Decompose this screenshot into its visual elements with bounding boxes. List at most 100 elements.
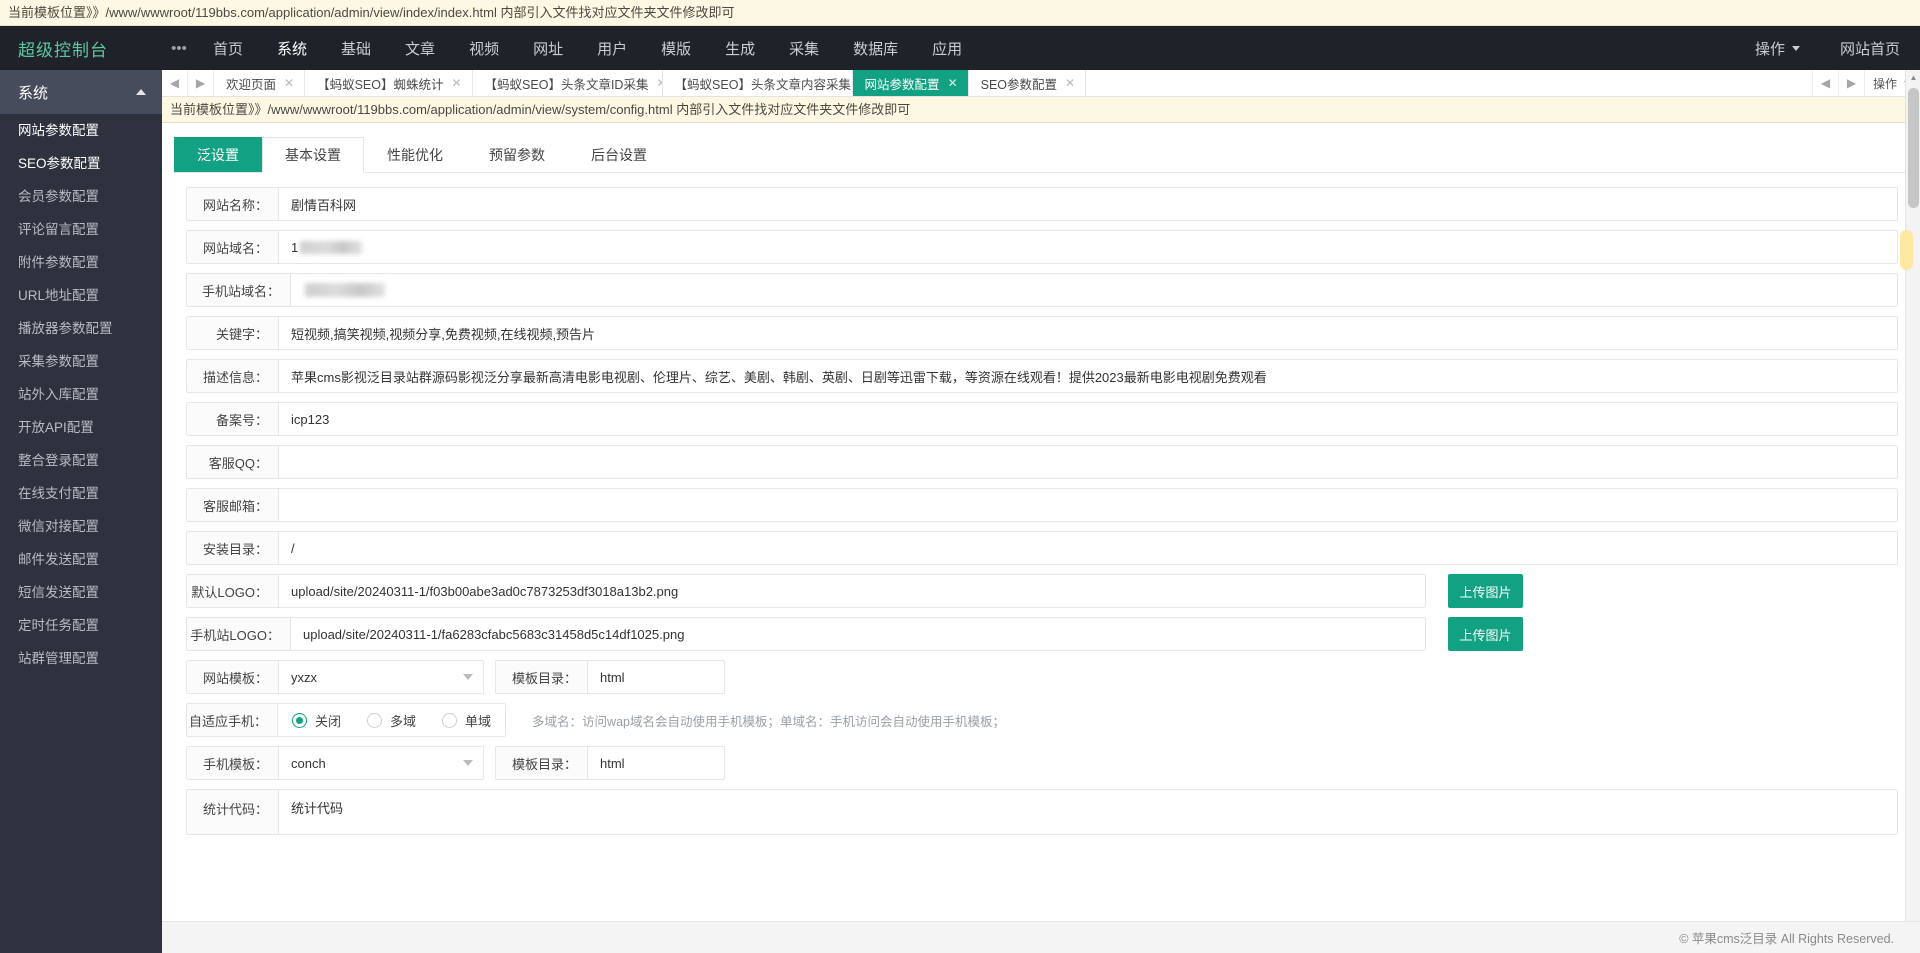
radio-adaptive-off[interactable]: 关闭 [292, 711, 341, 730]
description-input[interactable]: 苹果cms影视泛目录站群源码影视泛分享最新高清电影电视剧、伦理片、综艺、美剧、韩… [279, 360, 1897, 392]
field-mobile-template: 手机模板： conch [186, 746, 484, 780]
field-template-dir: 模板目录： html [495, 660, 725, 694]
sidebar-item-unified-login-config[interactable]: 整合登录配置 [0, 444, 162, 477]
tab-reserved-params[interactable]: 预留参数 [466, 137, 568, 172]
sidebar-item-email-config[interactable]: 邮件发送配置 [0, 543, 162, 576]
site-domain-input[interactable]: 1 [279, 231, 1897, 263]
upload-default-logo-button[interactable]: 上传图片 [1448, 574, 1523, 608]
more-menu-icon[interactable]: ••• [162, 26, 196, 70]
default-logo-input[interactable]: upload/site/20240311-1/f03b00abe3ad0c787… [279, 575, 1425, 607]
sidebar-item-attachment-config[interactable]: 附件参数配置 [0, 246, 162, 279]
keywords-input[interactable]: 短视频,搞笑视频,视频分享,免费视频,在线视频,预告片 [279, 317, 1897, 349]
mobile-logo-input[interactable]: upload/site/20240311-1/fa6283cfabc5683c3… [291, 618, 1425, 650]
sidebar-item-collect-config[interactable]: 采集参数配置 [0, 345, 162, 378]
sidebar-item-member-config[interactable]: 会员参数配置 [0, 180, 162, 213]
scrollbar-thumb[interactable] [1908, 88, 1919, 208]
site-home-link[interactable]: 网站首页 [1820, 26, 1920, 70]
upload-mobile-logo-button[interactable]: 上传图片 [1448, 617, 1523, 651]
tabstrip-right-controls: ◀ ▶ 操作 [1811, 70, 1920, 96]
nav-item-template[interactable]: 模版 [644, 26, 708, 70]
sidebar-item-wechat-config[interactable]: 微信对接配置 [0, 510, 162, 543]
stats-code-textarea[interactable]: 统计代码 [279, 790, 1897, 834]
nav-item-application[interactable]: 应用 [915, 26, 979, 70]
floating-drag-handle[interactable] [1900, 230, 1913, 270]
tab-welcome[interactable]: 欢迎页面 ✕ [214, 70, 306, 96]
tab-site-config[interactable]: 网站参数配置 ✕ [852, 70, 969, 96]
sidebar-section-system[interactable]: 系统 [0, 70, 162, 114]
chevron-down-icon [463, 674, 473, 680]
tab-spider-stats[interactable]: 【蚂蚁SEO】蜘蛛统计 ✕ [305, 70, 473, 96]
main-content: ◀ ▶ 欢迎页面 ✕ 【蚂蚁SEO】蜘蛛统计 ✕ 【蚂蚁SEO】头条文章ID采集… [162, 70, 1920, 953]
body-wrapper: 系统 网站参数配置 SEO参数配置 会员参数配置 评论留言配置 附件参数配置 U… [0, 70, 1920, 953]
vertical-scrollbar[interactable]: ▲ ▼ [1905, 70, 1920, 953]
copyright-text: © 苹果cms泛目录 All Rights Reserved. [1679, 932, 1894, 946]
site-template-select[interactable]: yxzx [279, 661, 483, 693]
redacted-mask [300, 240, 363, 254]
radio-label: 多域 [390, 713, 417, 729]
tab-fan-settings[interactable]: 泛设置 [174, 137, 262, 172]
tab-scroll-left-icon[interactable]: ◀ [162, 70, 188, 96]
sidebar-item-sms-config[interactable]: 短信发送配置 [0, 576, 162, 609]
sidebar-item-seo-config[interactable]: SEO参数配置 [0, 147, 162, 180]
nav-item-collect[interactable]: 采集 [772, 26, 836, 70]
tab-seo-config[interactable]: SEO参数配置 ✕ [969, 70, 1087, 96]
site-name-input[interactable]: 剧情百科网 [279, 188, 1897, 220]
settings-form: 网站名称： 剧情百科网 网站域名： 1 手机站域名： 关键字： 短视频,搞笑视频… [162, 173, 1920, 953]
tab-toutiao-article-content-collect[interactable]: 【蚂蚁SEO】头条文章内容采集 ✕ [663, 70, 853, 96]
field-service-email: 客服邮箱： [186, 488, 1898, 522]
sidebar-item-external-storage-config[interactable]: 站外入库配置 [0, 378, 162, 411]
sidebar-item-online-payment-config[interactable]: 在线支付配置 [0, 477, 162, 510]
radio-dot-icon [367, 712, 383, 728]
mobile-template-dir-input[interactable]: html [588, 747, 724, 779]
close-icon[interactable]: ✕ [948, 76, 958, 90]
radio-adaptive-single-domain[interactable]: 单域 [442, 711, 491, 730]
tab-backend-settings[interactable]: 后台设置 [568, 137, 670, 172]
sidebar-item-player-config[interactable]: 播放器参数配置 [0, 312, 162, 345]
radio-label: 关闭 [315, 713, 342, 729]
nav-item-basic[interactable]: 基础 [324, 26, 388, 70]
operations-menu[interactable]: 操作 [1735, 26, 1820, 70]
nav-item-user[interactable]: 用户 [580, 26, 644, 70]
nav-item-home[interactable]: 首页 [196, 26, 260, 70]
field-label: 自适应手机： [186, 703, 278, 737]
scroll-up-icon[interactable]: ▲ [1906, 70, 1920, 85]
nav-item-video[interactable]: 视频 [452, 26, 516, 70]
mobile-template-select[interactable]: conch [279, 747, 483, 779]
tab-prev-icon[interactable]: ◀ [1811, 70, 1838, 96]
mobile-domain-input[interactable] [291, 274, 1897, 306]
tab-basic-settings[interactable]: 基本设置 [262, 137, 364, 173]
sidebar-item-cron-config[interactable]: 定时任务配置 [0, 609, 162, 642]
sidebar-item-comment-config[interactable]: 评论留言配置 [0, 213, 162, 246]
sidebar-item-site-config[interactable]: 网站参数配置 [0, 114, 162, 147]
nav-item-article[interactable]: 文章 [388, 26, 452, 70]
field-default-logo-group: 默认LOGO： upload/site/20240311-1/f03b00abe… [186, 574, 1898, 608]
close-icon[interactable]: ✕ [451, 76, 461, 90]
service-email-input[interactable] [279, 489, 1897, 521]
field-label: 备案号： [187, 403, 279, 435]
nav-item-url[interactable]: 网址 [516, 26, 580, 70]
install-dir-input[interactable]: / [279, 532, 1897, 564]
sidebar-item-site-group-config[interactable]: 站群管理配置 [0, 642, 162, 675]
sidebar-item-url-config[interactable]: URL地址配置 [0, 279, 162, 312]
field-label: 网站名称： [187, 188, 279, 220]
icp-input[interactable]: icp123 [279, 403, 1897, 435]
tab-scroll-right-icon[interactable]: ▶ [188, 70, 214, 96]
field-site-template: 网站模板： yxzx [186, 660, 484, 694]
service-qq-input[interactable] [279, 446, 1897, 478]
tab-next-icon[interactable]: ▶ [1837, 70, 1864, 96]
brand-title: 超级控制台 [18, 40, 108, 60]
nav-item-system[interactable]: 系统 [260, 26, 324, 70]
template-dir-input[interactable]: html [588, 661, 724, 693]
close-icon[interactable]: ✕ [1065, 76, 1075, 90]
radio-adaptive-multi-domain[interactable]: 多域 [367, 711, 416, 730]
nav-item-generate[interactable]: 生成 [708, 26, 772, 70]
site-template-value: yxzx [291, 669, 317, 685]
sidebar-item-open-api-config[interactable]: 开放API配置 [0, 411, 162, 444]
nav-item-database[interactable]: 数据库 [836, 26, 915, 70]
tab-toutiao-article-id-collect[interactable]: 【蚂蚁SEO】头条文章ID采集 ✕ [473, 70, 663, 96]
tab-performance-optimization[interactable]: 性能优化 [364, 137, 466, 172]
field-label: 关键字： [187, 317, 279, 349]
field-description: 描述信息： 苹果cms影视泛目录站群源码影视泛分享最新高清电影电视剧、伦理片、综… [186, 359, 1898, 393]
close-icon[interactable]: ✕ [284, 76, 294, 90]
tab-label: 【蚂蚁SEO】头条文章ID采集 [484, 77, 649, 92]
